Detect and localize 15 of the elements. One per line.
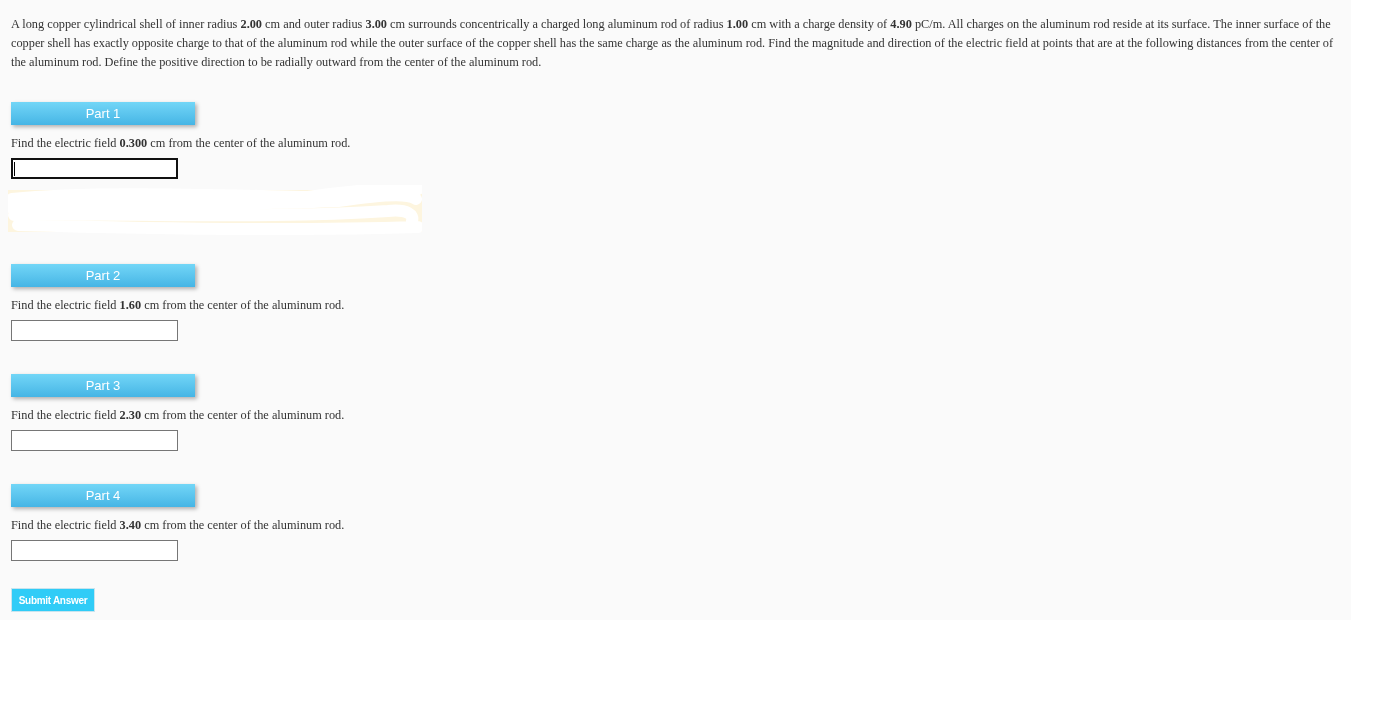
submit-button[interactable]: Submit Answer — [11, 588, 95, 612]
part-header: Part 1 — [11, 102, 195, 125]
answer-field[interactable] — [11, 430, 178, 451]
part-prompt: Find the electric field 2.30 cm from the center of the aluminum rod. — [11, 407, 345, 424]
problem-text: A long copper cylindrical shell of inner radius 2.00 cm and outer radius 3.00 cm surrounds concentrically a charged long aluminum rod of radius 1.00 cm with a charge density of 4.90 pC/m. All charges on the aluminum rod reside at its surface. The inner surface of the copper shell has exactly opposite charge to that of the aluminum rod while the outer surface of the copper shell has the same charge as the aluminum rod. Find the magnitude and direction of the electric field at points that are at the following distances from the center of the aluminum rod. Define the positive direction to be radially outward from the center of the aluminum rod. — [11, 16, 1335, 71]
part-prompt: Find the electric field 3.40 cm from the center of the aluminum rod. — [11, 517, 345, 534]
part-header: Part 3 — [11, 374, 195, 397]
text-cursor-icon — [14, 161, 15, 176]
answer-field[interactable] — [11, 158, 178, 179]
part-prompt: Find the electric field 1.60 cm from the center of the aluminum rod. — [11, 297, 345, 314]
part-prompt: Find the electric field 0.300 cm from the center of the aluminum rod. — [11, 135, 351, 152]
answer-field[interactable] — [11, 540, 178, 561]
answer-field[interactable] — [11, 320, 178, 341]
part-header: Part 4 — [11, 484, 195, 507]
part-header: Part 2 — [11, 264, 195, 287]
